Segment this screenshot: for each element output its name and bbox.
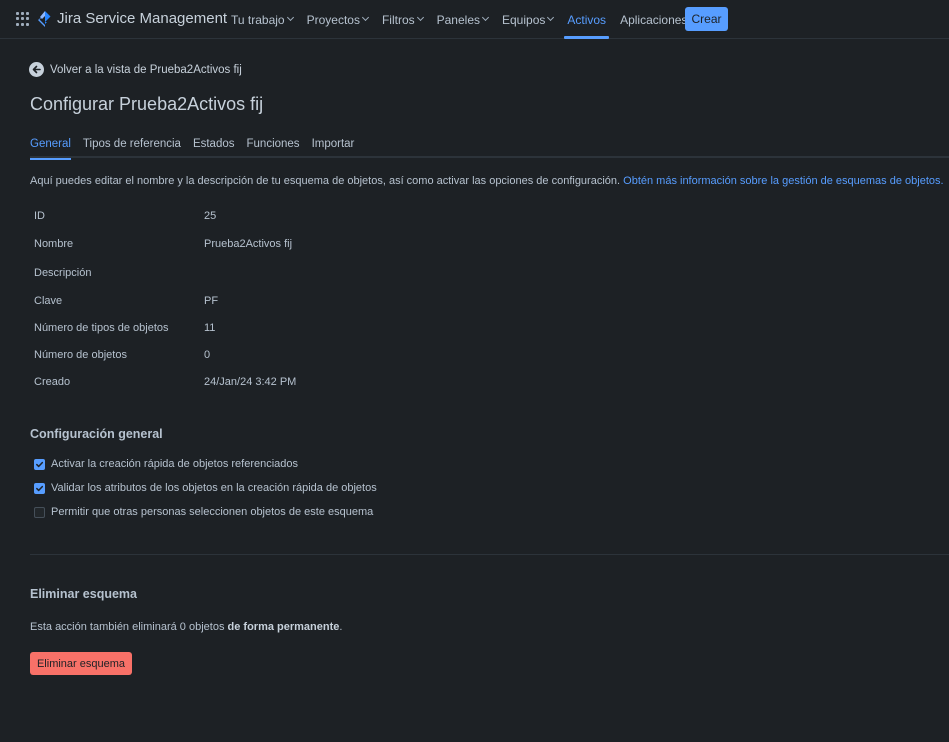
product-logo[interactable]: Jira Service Management [38,10,227,27]
intro-text: Aquí puedes editar el nombre y la descri… [30,175,944,187]
detail-row-tipos-objetos: Número de tipos de objetos 11 [34,322,534,336]
tab-funciones[interactable]: Funciones [241,137,306,158]
detail-label: ID [34,210,45,222]
detail-row-creado: Creado 24/Jan/24 3:42 PM [34,376,534,390]
nav-item-label: Filtros [381,12,415,27]
nav-item-paneles[interactable]: Paneles [430,0,495,39]
back-link-label: Volver a la vista de Prueba2Activos fij [50,63,242,76]
detail-label: Nombre [34,238,74,250]
checkmark-icon [36,485,44,491]
delete-warning-bold: de forma permanente [227,621,340,633]
tab-general[interactable]: General [30,137,77,160]
checkbox-unchecked[interactable] [34,506,45,518]
app-switcher-grid-icon[interactable] [16,12,30,26]
detail-label: Descripción [34,267,92,279]
learn-more-link[interactable]: Obtén más información sobre la gestión d… [623,175,943,187]
nav-item-label: Paneles [436,12,480,27]
detail-value: 0 [204,349,211,361]
checkbox-checked[interactable] [34,458,45,470]
chevron-down-icon [286,13,294,22]
detail-label: Número de objetos [34,349,127,361]
detail-row-numero-objetos: Número de objetos 0 [34,349,534,363]
nav-item-label: Proyectos [306,12,360,27]
nav-item-activos[interactable]: Activos [560,0,613,39]
detail-row-nombre: Nombre Prueba2Activos fij [34,238,534,252]
detail-label: Clave [34,295,63,307]
detail-value: 24/Jan/24 3:42 PM [204,376,297,388]
delete-schema-button[interactable]: Eliminar esquema [30,652,132,675]
section-divider [30,554,949,555]
detail-value: 25 [204,210,217,222]
nav-item-label: Tu trabajo [231,12,285,27]
detail-value: 11 [204,322,216,334]
tab-bar: General Tipos de referencia Estados Func… [30,137,949,160]
checkmark-icon [36,461,44,467]
create-button[interactable]: Crear [685,7,728,31]
nav-item-label: Equipos [502,12,546,27]
nav-item-tu-trabajo[interactable]: Tu trabajo [224,0,300,39]
option-quick-create-referenced[interactable]: Activar la creación rápida de objetos re… [34,458,298,470]
delete-warning-main: Esta acción también eliminará 0 objetos [30,621,225,633]
option-label: Validar los atributos de los objetos en … [51,482,377,494]
option-label: Activar la creación rápida de objetos re… [51,458,299,470]
option-allow-others-select[interactable]: Permitir que otras personas seleccionen … [34,506,373,518]
tab-tipos-de-referencia[interactable]: Tipos de referencia [77,137,187,158]
primary-nav: Tu trabajo Proyectos Filtros Paneles Equ… [224,0,702,39]
detail-value: Prueba2Activos fij [204,238,293,250]
chevron-down-icon [416,13,424,22]
nav-item-label: Aplicaciones [620,12,688,27]
brand-name: Jira Service Management [57,10,228,27]
option-label: Permitir que otras personas seleccionen … [51,506,374,518]
nav-item-equipos[interactable]: Equipos [495,0,560,39]
jira-logo-icon [38,10,51,27]
arrow-left-circle-icon [29,62,44,77]
intro-description: Aquí puedes editar el nombre y la descri… [30,175,621,187]
nav-item-proyectos[interactable]: Proyectos [300,0,375,39]
detail-row-descripcion: Descripción [34,267,534,281]
detail-label: Creado [34,376,71,388]
detail-row-clave: Clave PF [34,295,534,309]
detail-label: Número de tipos de objetos [34,322,169,334]
nav-item-filtros[interactable]: Filtros [375,0,430,39]
chevron-down-icon [547,13,555,22]
top-navigation: Jira Service Management Tu trabajo Proye… [0,0,949,39]
detail-value: PF [204,295,219,307]
detail-row-id: ID 25 [34,210,534,224]
tab-estados[interactable]: Estados [187,137,241,158]
nav-item-label: Activos [567,12,607,27]
delete-schema-title: Eliminar esquema [30,587,137,601]
checkbox-checked[interactable] [34,482,45,494]
tab-importar[interactable]: Importar [306,137,361,158]
delete-warning-end: . [339,621,343,633]
back-link[interactable]: Volver a la vista de Prueba2Activos fij [29,62,242,77]
page-title: Configurar Prueba2Activos fij [30,94,264,114]
delete-warning-text: Esta acción también eliminará 0 objetos … [30,621,342,633]
chevron-down-icon [481,13,490,22]
general-config-title: Configuración general [30,427,163,441]
chevron-down-icon [361,13,369,22]
option-validate-attributes[interactable]: Validar los atributos de los objetos en … [34,482,377,494]
